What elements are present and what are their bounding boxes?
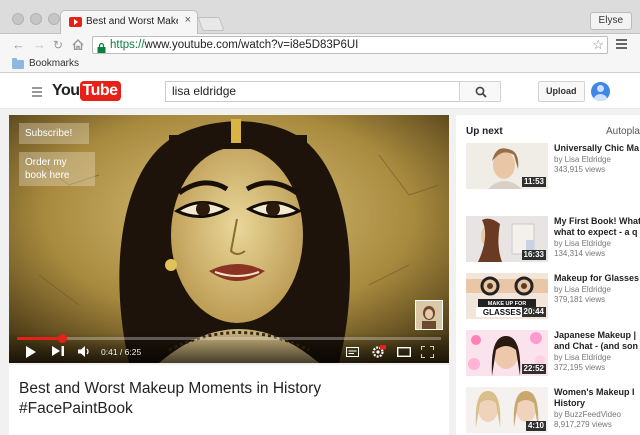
youtube-logo[interactable]: You Tube <box>52 81 121 101</box>
autoplay-toggle[interactable]: Autoplay <box>606 126 640 137</box>
subtitles-icon[interactable] <box>346 347 359 361</box>
recommended-video[interactable]: 11:53 Universally Chic Ma by Lisa Eldrid… <box>466 143 640 191</box>
video-thumbnail[interactable]: 22:52 <box>466 330 548 376</box>
browser-titlebar: Best and Worst Makeup Mo × Elyse <box>0 0 640 34</box>
video-thumbnail[interactable]: 11:53 <box>466 143 548 189</box>
time-display: 0:41 / 6:25 <box>101 347 142 357</box>
tab-close-icon[interactable]: × <box>185 14 191 26</box>
lock-icon <box>97 40 106 53</box>
recommended-video[interactable]: 16:33 My First Book! What what to expect … <box>466 216 640 264</box>
browser-tab-active[interactable]: Best and Worst Makeup Mo × <box>60 10 198 34</box>
address-bar[interactable]: https://www.youtube.com/watch?v=i8e5D83P… <box>92 36 608 54</box>
theater-mode-icon[interactable] <box>396 346 412 361</box>
view-count: 134,314 views <box>554 249 606 258</box>
window-minimize-button[interactable] <box>30 13 42 25</box>
video-duration: 20:44 <box>521 307 546 317</box>
search-button[interactable] <box>459 81 501 102</box>
video-title: Japanese Makeup | and Chat - (and son <box>554 330 638 351</box>
channel-name: by Lisa Eldridge <box>554 155 611 164</box>
video-thumbnail[interactable]: 4:10 <box>466 387 548 433</box>
upload-button[interactable]: Upload <box>538 81 585 102</box>
watch-page: Subscribe! Order my book here 0:41 / 6:2… <box>0 109 640 435</box>
video-thumbnail[interactable]: 16:33 <box>466 216 548 262</box>
order-book-annotation[interactable]: Order my book here <box>19 152 95 186</box>
up-next-heading: Up next <box>466 126 503 137</box>
youtube-favicon-icon <box>69 17 82 27</box>
next-icon[interactable] <box>52 346 65 360</box>
subscribe-annotation[interactable]: Subscribe! <box>19 123 89 144</box>
channel-name: by Lisa Eldridge <box>554 353 611 362</box>
search-input[interactable]: lisa eldridge <box>165 81 460 102</box>
channel-name: by Lisa Eldridge <box>554 239 611 248</box>
tab-title: Best and Worst Makeup Mo <box>86 16 178 27</box>
video-player[interactable]: Subscribe! Order my book here 0:41 / 6:2… <box>9 115 449 363</box>
search-icon <box>475 86 487 98</box>
browser-toolbar: ← → ↻ https://www.youtube.com/watch?v=i8… <box>0 34 640 56</box>
channel-name: by BuzzFeedVideo <box>554 410 622 419</box>
play-icon[interactable] <box>25 346 36 362</box>
recommended-video[interactable]: GLASSES MAKE UP FOR 20:44 Makeup for Glas… <box>466 273 640 321</box>
recommended-video[interactable]: 22:52 Japanese Makeup | and Chat - (and s… <box>466 330 640 378</box>
progress-fill <box>17 337 62 340</box>
bookmark-star-icon[interactable]: ☆ <box>592 37 604 53</box>
video-title: Best and Worst Makeup Moments in History… <box>19 380 322 417</box>
profile-button[interactable]: Elyse <box>589 12 632 30</box>
folder-icon <box>12 58 24 69</box>
view-count: 343,915 views <box>554 165 606 174</box>
view-count: 8,917,279 views <box>554 420 612 429</box>
volume-icon[interactable] <box>78 346 91 361</box>
guide-menu-icon[interactable] <box>32 87 42 99</box>
video-thumbnail[interactable]: GLASSES MAKE UP FOR 20:44 <box>466 273 548 319</box>
video-duration: 11:53 <box>521 177 546 187</box>
player-controls: 0:41 / 6:25 <box>9 333 449 363</box>
window-close-button[interactable] <box>12 13 24 25</box>
fullscreen-icon[interactable] <box>420 345 435 362</box>
progress-scrubber[interactable] <box>57 334 67 343</box>
view-count: 379,181 views <box>554 295 606 304</box>
video-duration: 16:33 <box>521 250 546 260</box>
video-title: Makeup for Glasses <box>554 273 640 283</box>
video-title: My First Book! What what to expect - a q <box>554 216 640 237</box>
watch-sidebar: Up next Autoplay 11:53 Universally Chic … <box>456 115 640 435</box>
youtube-masthead: You Tube lisa eldridge Upload <box>0 73 640 109</box>
recommended-video[interactable]: 4:10 Women's Makeup I History by BuzzFeed… <box>466 387 640 435</box>
browser-menu-icon[interactable] <box>616 39 627 51</box>
window-zoom-button[interactable] <box>48 13 60 25</box>
channel-watermark[interactable] <box>415 300 443 330</box>
svg-text:MAKE UP FOR: MAKE UP FOR <box>488 301 526 307</box>
back-arrow-icon[interactable]: ← <box>12 37 25 53</box>
url-text: https://www.youtube.com/watch?v=i8e5D83P… <box>110 39 359 51</box>
settings-gear-icon[interactable] <box>372 345 386 362</box>
bookmarks-folder[interactable]: Bookmarks <box>29 58 79 69</box>
avatar[interactable] <box>591 82 610 101</box>
home-icon[interactable] <box>72 38 84 54</box>
bookmarks-bar: Bookmarks <box>0 56 640 73</box>
progress-bar[interactable] <box>17 334 441 343</box>
video-duration: 4:10 <box>525 421 546 431</box>
forward-arrow-icon[interactable]: → <box>33 37 46 53</box>
video-title: Universally Chic Ma <box>554 143 640 153</box>
video-title: Women's Makeup I History <box>554 387 635 408</box>
channel-name: by Lisa Eldridge <box>554 285 611 294</box>
svg-text:GLASSES: GLASSES <box>483 308 522 317</box>
new-tab-button[interactable] <box>197 17 225 31</box>
view-count: 372,195 views <box>554 363 606 372</box>
reload-icon[interactable]: ↻ <box>53 37 63 53</box>
video-info-panel: Best and Worst Makeup Moments in History… <box>9 365 449 435</box>
video-duration: 22:52 <box>521 364 546 374</box>
